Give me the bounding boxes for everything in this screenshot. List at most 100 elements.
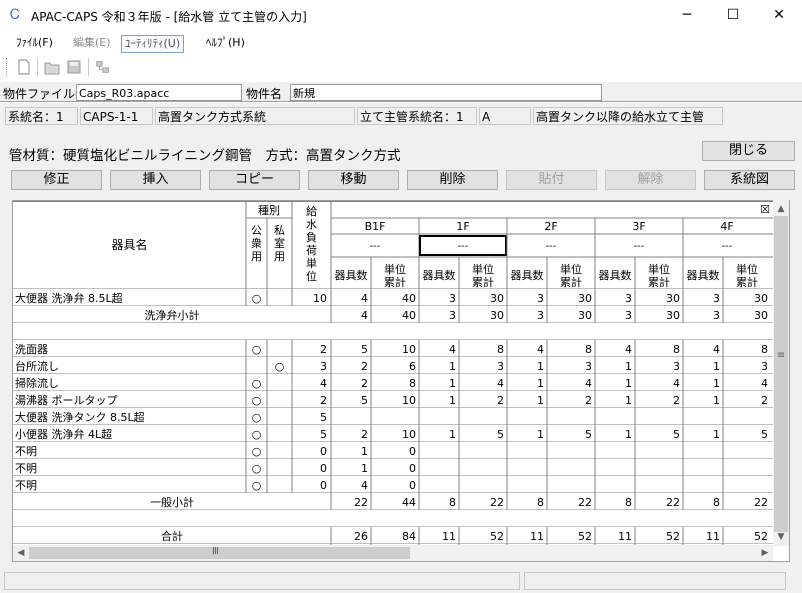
cumulative-unit-cell: 30 — [666, 309, 680, 322]
copy-button[interactable]: コピー — [209, 170, 300, 190]
menu-file[interactable]: ﾌｧｲﾙ(F) — [13, 35, 56, 51]
fixture-count-header: 器具数 — [335, 269, 368, 282]
system-code: CAPS-1-1 — [80, 107, 153, 125]
scroll-down-arrow[interactable]: ▼ — [774, 530, 788, 544]
release-button[interactable]: 解除 — [605, 170, 696, 190]
maximize-button[interactable]: ☐ — [710, 0, 756, 30]
cumulative-unit-cell: 30 — [754, 309, 768, 322]
load-unit-cell: 0 — [320, 445, 327, 458]
riser-code: A — [479, 107, 531, 125]
cumulative-unit-cell: 3 — [761, 360, 768, 373]
menu-help[interactable]: ﾍﾙﾌﾟ(H) — [203, 35, 248, 51]
cumulative-unit-header: 累計 — [472, 275, 494, 289]
fixture-count-cell: 1 — [361, 445, 368, 458]
status-bar — [0, 570, 802, 593]
floor-header: 1F — [456, 220, 469, 233]
vertical-scroll-thumb[interactable] — [774, 216, 788, 532]
load-unit-cell: 2 — [320, 394, 327, 407]
cumulative-unit-cell: 2 — [761, 394, 768, 407]
delete-button[interactable]: 削除 — [407, 170, 498, 190]
cumulative-unit-header: 単位 — [648, 262, 670, 276]
load-unit-cell: 0 — [320, 479, 327, 492]
cumulative-unit-cell: 8 — [497, 343, 504, 356]
menu-edit[interactable]: 編集(E) — [70, 35, 114, 51]
open-folder-icon[interactable] — [44, 58, 60, 76]
cumulative-unit-cell: 30 — [490, 292, 504, 305]
cumulative-unit-cell: 4 — [497, 377, 504, 390]
cumulative-unit-cell: 3 — [585, 360, 592, 373]
close-button[interactable]: 閉じる — [702, 141, 795, 161]
fixture-count-cell: 8 — [713, 496, 720, 509]
subtotal-label: 一般小計 — [150, 495, 194, 509]
material-line: 管材質：硬質塩化ビニルライニング鋼管 方式：高置タンク方式 — [9, 148, 401, 164]
cumulative-unit-cell: 44 — [402, 496, 416, 509]
cumulative-unit-header: 累計 — [736, 275, 758, 289]
cumulative-unit-header: 累計 — [648, 275, 670, 289]
save-icon[interactable] — [66, 58, 82, 76]
fixture-name-cell: 洗面器 — [15, 343, 48, 356]
cumulative-unit-cell: 22 — [666, 496, 680, 509]
public-use-mark: ○ — [252, 479, 262, 492]
load-unit-cell: 5 — [320, 411, 327, 424]
toolbar — [0, 54, 802, 82]
cumulative-unit-header: 累計 — [384, 275, 406, 289]
cumulative-unit-cell: 5 — [585, 428, 592, 441]
cumulative-unit-cell: 5 — [497, 428, 504, 441]
insert-button[interactable]: 挿入 — [110, 170, 201, 190]
close-window-button[interactable]: ✕ — [756, 0, 802, 30]
toolbar-separator — [37, 58, 38, 76]
floor-header: 2F — [544, 220, 557, 233]
table-row — [13, 289, 773, 306]
new-file-icon[interactable] — [16, 58, 32, 76]
cumulative-unit-cell: 52 — [666, 530, 680, 543]
cumulative-unit-cell: 30 — [490, 309, 504, 322]
cumulative-unit-cell: 8 — [761, 343, 768, 356]
edit-button[interactable]: 修正 — [11, 170, 102, 190]
fixture-count-cell: 1 — [449, 428, 456, 441]
horizontal-scroll-thumb[interactable] — [29, 547, 410, 559]
fixture-count-header: 器具数 — [423, 269, 456, 282]
scroll-left-arrow[interactable]: ◀ — [14, 546, 28, 560]
fixture-count-cell: 3 — [449, 292, 456, 305]
system-diagram-button[interactable]: 系統図 — [704, 170, 795, 190]
fixture-name-cell: 台所流し — [15, 359, 59, 373]
scroll-right-arrow[interactable]: ▶ — [758, 546, 772, 560]
fixture-grid[interactable]: 器具名 種別公衆用私室用給水負荷単位 ☒ B1F --- 器具数 単位 累計 1F --- 器具数単… — [12, 200, 790, 562]
floor-header: B1F — [365, 220, 386, 233]
cumulative-unit-cell: 0 — [409, 462, 416, 475]
minimize-button[interactable]: ─ — [664, 0, 710, 30]
cumulative-unit-cell: 10 — [402, 343, 416, 356]
fixture-count-cell: 4 — [361, 292, 368, 305]
file-name-field: Caps_R03.apacc — [76, 84, 242, 101]
floor-dots: --- — [458, 241, 469, 252]
move-button[interactable]: 移動 — [308, 170, 399, 190]
table-row — [13, 459, 773, 476]
cumulative-unit-cell: 5 — [761, 428, 768, 441]
cumulative-unit-cell: 3 — [673, 360, 680, 373]
menu-utility[interactable]: ﾕｰﾃｨﾘﾃｨ(U) — [121, 35, 185, 53]
window-title: APAC-CAPS 令和３年版 - [給水管 立て主管の入力] — [31, 10, 307, 24]
fixture-count-cell: 1 — [537, 394, 544, 407]
paste-button[interactable]: 貼付 — [506, 170, 597, 190]
table-row — [13, 374, 773, 391]
table-row — [13, 442, 773, 459]
floor-dots: --- — [546, 241, 557, 252]
private-use-mark: ○ — [275, 360, 285, 373]
load-unit-header: 単 — [306, 256, 317, 270]
load-unit-header: 位 — [306, 269, 317, 283]
fixture-count-cell: 5 — [361, 394, 368, 407]
network-icon[interactable] — [95, 58, 111, 76]
fixture-count-cell: 1 — [625, 377, 632, 390]
scroll-up-arrow[interactable]: ▲ — [774, 202, 788, 216]
fixture-name-cell: 大便器 洗浄タンク 8.5L超 — [15, 410, 145, 424]
cumulative-unit-cell: 2 — [673, 394, 680, 407]
cumulative-unit-header: 単位 — [472, 262, 494, 276]
fixture-count-cell: 11 — [530, 530, 544, 543]
floor-dots: --- — [634, 241, 645, 252]
fixture-count-cell: 2 — [361, 428, 368, 441]
app-icon: Ꮯ — [10, 7, 20, 23]
public-use-mark: ○ — [252, 292, 262, 305]
floor-header: 3F — [632, 220, 645, 233]
cumulative-unit-cell: 8 — [673, 343, 680, 356]
project-name-label: 物件名 — [246, 87, 283, 101]
